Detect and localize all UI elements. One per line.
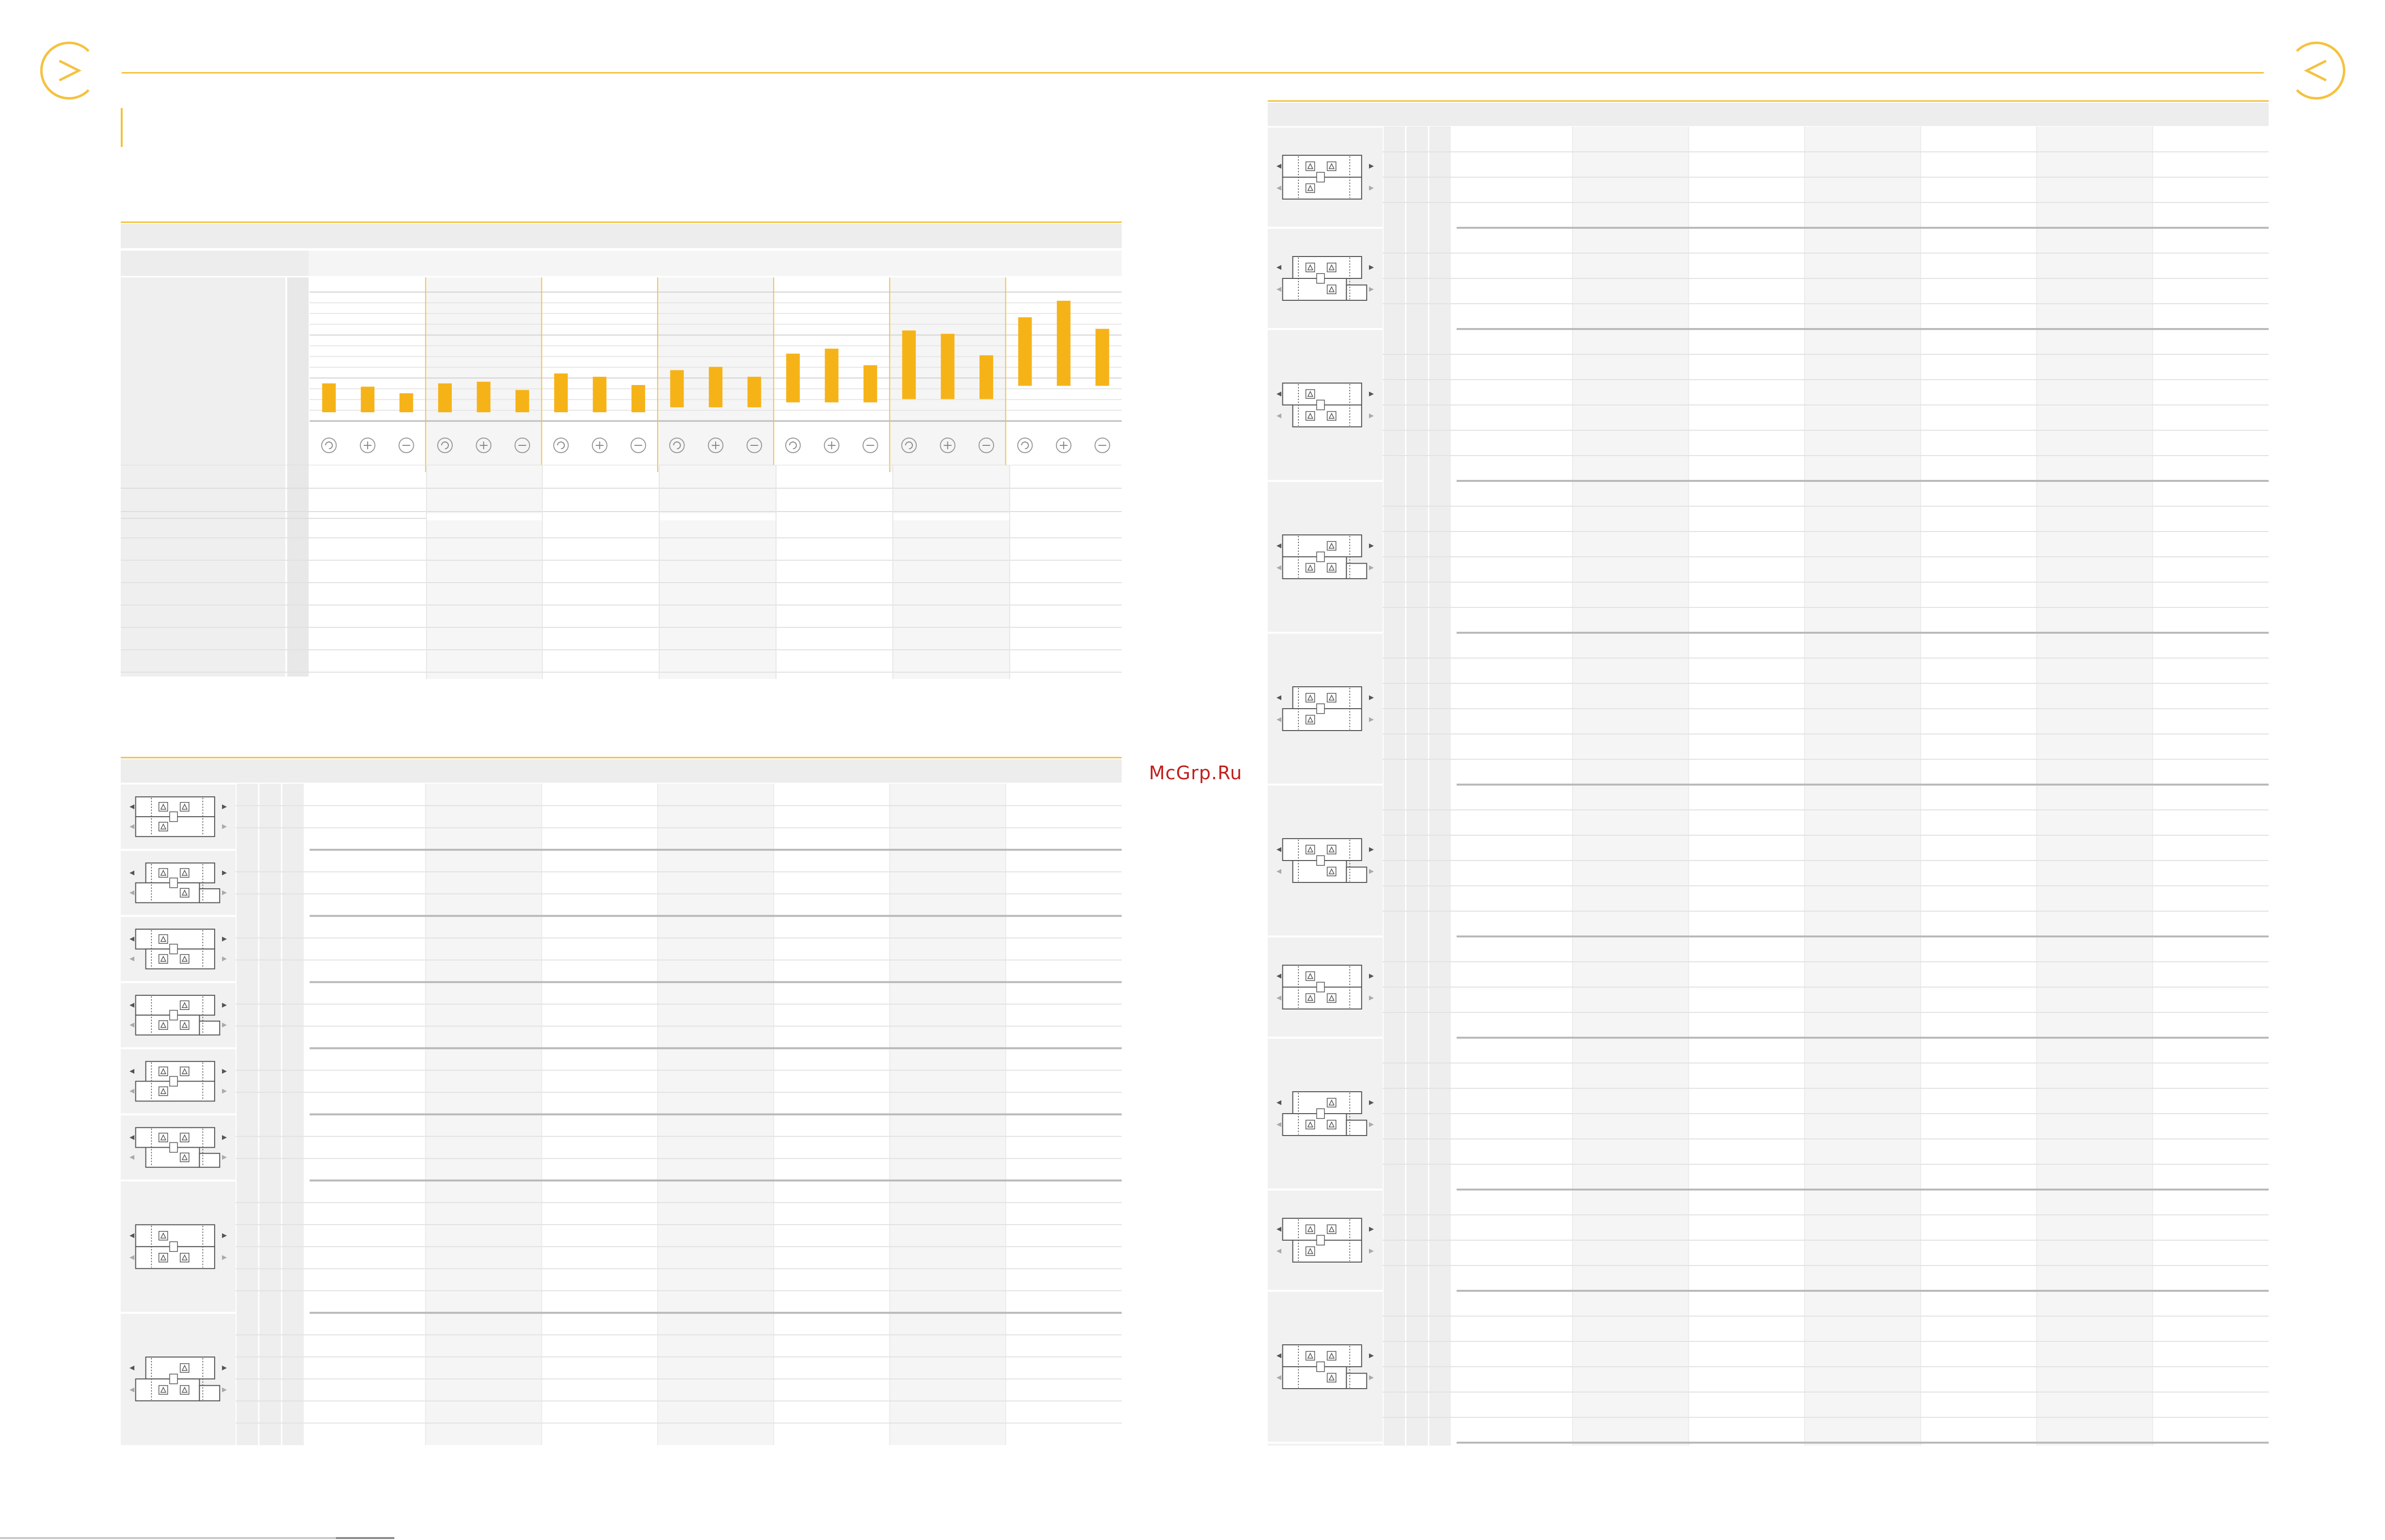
plus-icon bbox=[940, 438, 956, 453]
chart-bar bbox=[631, 385, 646, 412]
chart-subheader bbox=[121, 251, 309, 276]
narrow-column bbox=[237, 784, 258, 1445]
rotate-icon bbox=[437, 438, 453, 453]
minus-icon bbox=[746, 438, 762, 453]
data-column-shade bbox=[2036, 127, 2153, 1446]
unit-diagram-icon bbox=[129, 1224, 227, 1269]
chart-bar bbox=[1056, 300, 1071, 386]
chart-bar bbox=[709, 367, 722, 407]
minus-icon bbox=[862, 438, 878, 453]
unit-diagram-icon bbox=[129, 796, 227, 837]
chart-bar bbox=[825, 348, 839, 403]
unit-diagram-icon bbox=[1276, 965, 1374, 1009]
narrow-column bbox=[1406, 127, 1428, 1446]
chart-section-header bbox=[121, 224, 1122, 248]
rotate-icon bbox=[785, 438, 801, 453]
table-column-shade bbox=[426, 465, 542, 679]
unit-diagram-icon bbox=[1276, 534, 1374, 579]
table-column-shade bbox=[659, 465, 776, 679]
chart-bar bbox=[747, 377, 761, 407]
rotate-icon bbox=[669, 438, 685, 453]
chart-bar bbox=[322, 383, 336, 412]
chart-bar bbox=[438, 383, 452, 412]
left-logo-icon bbox=[40, 41, 90, 100]
table-gap bbox=[426, 513, 1122, 520]
chart-bar bbox=[399, 393, 413, 412]
chart-bar bbox=[786, 353, 800, 403]
chart-bar bbox=[902, 330, 916, 399]
narrow-column bbox=[1384, 127, 1405, 1446]
units-right-header bbox=[1268, 103, 2269, 126]
minus-icon bbox=[514, 438, 530, 453]
rotate-icon bbox=[553, 438, 569, 453]
rotate-icon bbox=[901, 438, 917, 453]
chart-lower-table bbox=[121, 465, 1122, 679]
unit-diagram-icon bbox=[1276, 1344, 1374, 1389]
chart-bar bbox=[980, 355, 993, 399]
plus-icon bbox=[824, 438, 840, 453]
unit-diagram-icon bbox=[129, 994, 227, 1036]
title-marker bbox=[121, 108, 123, 147]
chart-section-rule bbox=[121, 221, 1122, 223]
units-right-rule bbox=[1268, 100, 2269, 102]
page-header-rule bbox=[122, 72, 2264, 73]
chart-bar bbox=[941, 333, 955, 399]
chart-bar bbox=[554, 373, 568, 412]
minus-icon bbox=[979, 438, 994, 453]
footer-rule bbox=[0, 1537, 336, 1539]
narrow-column bbox=[259, 784, 281, 1445]
chart-bar bbox=[361, 386, 375, 412]
unit-diagram-icon bbox=[1276, 155, 1374, 200]
plus-icon bbox=[592, 438, 608, 453]
rotate-icon bbox=[321, 438, 337, 453]
chart-bar bbox=[1095, 329, 1109, 386]
table-column-shade bbox=[893, 465, 1010, 679]
units-left-header bbox=[121, 759, 1122, 783]
footer-rule-accent bbox=[336, 1537, 394, 1539]
data-column-shade bbox=[1804, 127, 1921, 1446]
plus-icon bbox=[708, 438, 723, 453]
icon-row bbox=[321, 438, 1110, 453]
chart-bar bbox=[592, 377, 607, 412]
right-logo-icon bbox=[2296, 41, 2346, 100]
plus-icon bbox=[1055, 438, 1072, 453]
chart-bar bbox=[515, 390, 529, 412]
minus-icon bbox=[398, 438, 414, 453]
narrow-column bbox=[282, 784, 304, 1445]
narrow-column bbox=[1429, 127, 1451, 1446]
plus-icon bbox=[476, 438, 492, 453]
minus-icon bbox=[630, 438, 647, 453]
watermark: McGrp.Ru bbox=[1149, 762, 1242, 784]
data-column-shade bbox=[1572, 127, 1689, 1446]
units-left-rule bbox=[121, 757, 1122, 758]
chart-bar bbox=[670, 370, 684, 407]
rotate-icon bbox=[1017, 438, 1033, 453]
plus-icon bbox=[360, 438, 376, 453]
units-left-table bbox=[121, 784, 1122, 1445]
chart-bar bbox=[1018, 317, 1032, 386]
chart-bar bbox=[477, 382, 491, 412]
chart-bar bbox=[863, 365, 877, 403]
units-right-table bbox=[1268, 127, 2269, 1446]
chart-subheader-right bbox=[309, 251, 1122, 276]
minus-icon bbox=[1094, 438, 1110, 453]
